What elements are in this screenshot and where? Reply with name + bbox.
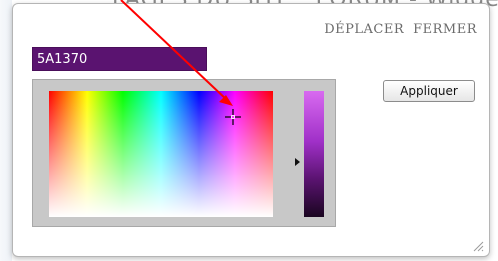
saturation-value-field[interactable] (49, 91, 273, 217)
page-background-strip (0, 0, 12, 261)
screen: PAGES DU SITE : FORUM - Widgets DÉPLACER… (0, 0, 498, 261)
move-dialog-link[interactable]: DÉPLACER (324, 22, 404, 37)
hue-slider[interactable] (304, 91, 324, 217)
color-picker-dialog: DÉPLACER FERMER Appliquer (12, 3, 490, 257)
dialog-header: DÉPLACER FERMER (324, 22, 477, 37)
resize-grip-icon[interactable] (472, 240, 484, 252)
hue-pointer-icon[interactable] (295, 158, 300, 166)
crosshair-icon (225, 109, 241, 125)
hex-color-input[interactable] (32, 47, 207, 71)
apply-button[interactable]: Appliquer (383, 80, 475, 102)
color-picker-panel (32, 79, 336, 227)
close-dialog-link[interactable]: FERMER (413, 22, 477, 37)
